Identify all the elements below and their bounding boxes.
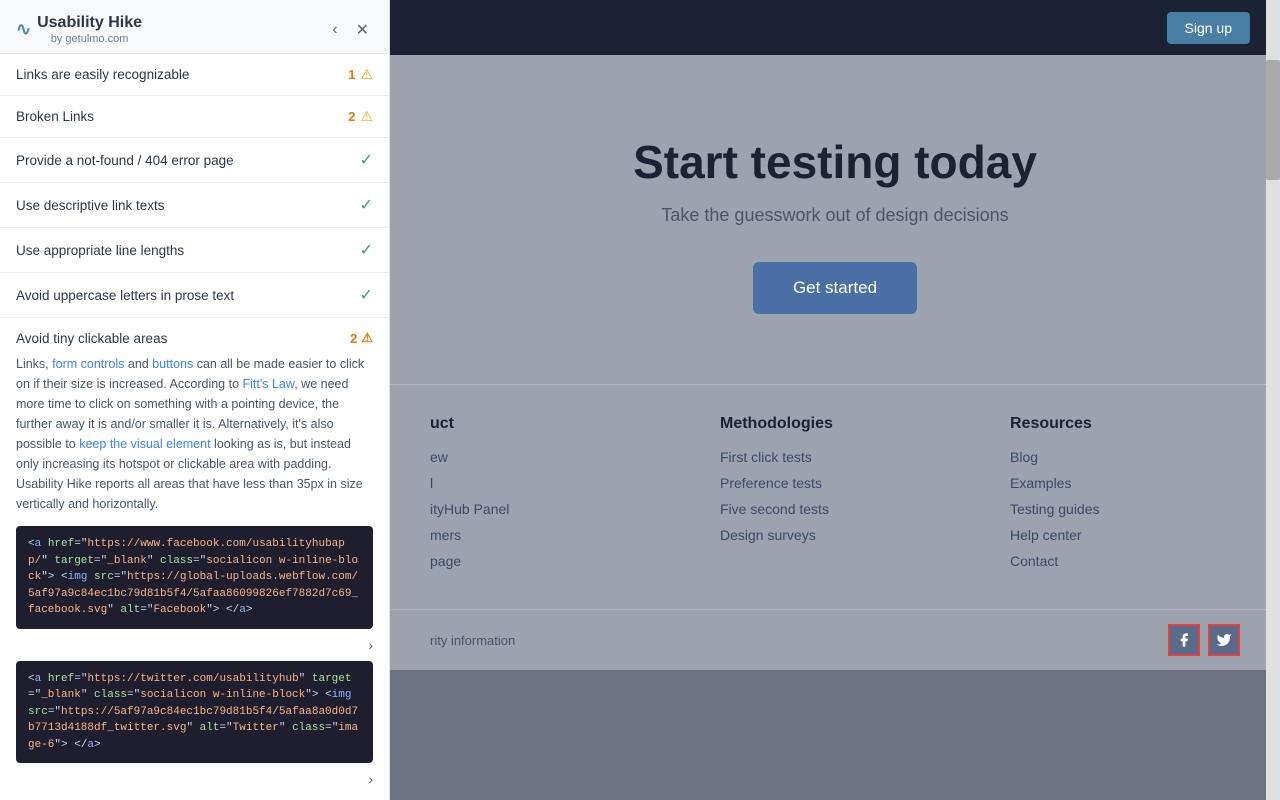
panel-header: ∿ Usability Hike by getulmo.com ‹ ✕ xyxy=(0,0,389,54)
check-item-links-recognizable[interactable]: Links are easily recognizable 1 ⚠ xyxy=(0,54,389,96)
check-item-broken-links[interactable]: Broken Links 2 ⚠ xyxy=(0,96,389,138)
expanded-badge: 2 ⚠ xyxy=(350,330,373,346)
signup-button[interactable]: Sign up xyxy=(1167,12,1250,44)
scrollbar-thumb xyxy=(1266,60,1280,180)
warn-count: 1 xyxy=(348,67,355,82)
expand-arrow-1[interactable]: › xyxy=(368,637,373,653)
back-button[interactable]: ‹ xyxy=(328,19,341,41)
footer-link-examples[interactable]: Examples xyxy=(1010,475,1240,491)
twitter-icon xyxy=(1216,632,1232,648)
expanded-count: 2 xyxy=(350,331,357,346)
expanded-description: Links, form controls and buttons can all… xyxy=(16,354,373,514)
logo-subtitle: by getulmo.com xyxy=(37,33,142,45)
expand-arrow-2[interactable]: › xyxy=(368,771,373,787)
website-panel: Sign up Start testing today Take the gue… xyxy=(390,0,1280,800)
check-item-uppercase[interactable]: Avoid uppercase letters in prose text ✓ xyxy=(0,273,389,318)
footer-link-preference[interactable]: Preference tests xyxy=(720,475,950,491)
check-item-404[interactable]: Provide a not-found / 404 error page ✓ xyxy=(0,138,389,183)
facebook-icon-box[interactable] xyxy=(1168,624,1200,656)
check-status: 1 ⚠ xyxy=(348,66,373,83)
check-status: ✓ xyxy=(360,240,373,260)
footer-link-panel[interactable]: ityHub Panel xyxy=(430,501,660,517)
check-label: Provide a not-found / 404 error page xyxy=(16,153,234,168)
footer-col-title: Resources xyxy=(1010,415,1240,433)
footer-col-title: uct xyxy=(430,415,660,433)
social-icons xyxy=(1168,624,1240,656)
warn-count: 2 xyxy=(348,109,355,124)
page-scrollbar[interactable] xyxy=(1266,0,1280,800)
warn-icon: ⚠ xyxy=(360,66,373,83)
ok-icon: ✓ xyxy=(360,240,373,260)
hero-title: Start testing today xyxy=(430,135,1240,189)
facebook-icon xyxy=(1176,632,1192,648)
footer-link-first-click[interactable]: First click tests xyxy=(720,449,950,465)
expanded-title: Avoid tiny clickable areas xyxy=(16,331,167,346)
logo-title: Usability Hike xyxy=(37,14,142,31)
keep-visual-link[interactable]: keep the visual element xyxy=(79,437,210,451)
footer-link-blog[interactable]: Blog xyxy=(1010,449,1240,465)
site-footer: uct ew l ityHub Panel mers page Methodol… xyxy=(390,384,1280,609)
form-controls-link[interactable]: form controls xyxy=(52,357,124,371)
check-status: 2 ⚠ xyxy=(348,108,373,125)
check-item-line-lengths[interactable]: Use appropriate line lengths ✓ xyxy=(0,228,389,273)
footer-link-testing-guides[interactable]: Testing guides xyxy=(1010,501,1240,517)
footer-col-resources: Resources Blog Examples Testing guides H… xyxy=(1010,415,1240,579)
header-controls: ‹ ✕ xyxy=(328,18,373,42)
check-label: Avoid uppercase letters in prose text xyxy=(16,288,234,303)
hero-cta-button[interactable]: Get started xyxy=(753,262,917,314)
check-item-descriptive-links[interactable]: Use descriptive link texts ✓ xyxy=(0,183,389,228)
footer-col-product: uct ew l ityHub Panel mers page xyxy=(430,415,660,579)
check-label: Use descriptive link texts xyxy=(16,198,165,213)
hero-subtitle: Take the guesswork out of design decisio… xyxy=(430,205,1240,226)
footer-link[interactable]: l xyxy=(430,475,660,491)
check-status: ✓ xyxy=(360,285,373,305)
check-status: ✓ xyxy=(360,195,373,215)
ok-icon: ✓ xyxy=(360,285,373,305)
footer-col-title: Methodologies xyxy=(720,415,950,433)
ok-icon: ✓ xyxy=(360,195,373,215)
usability-panel: ∿ Usability Hike by getulmo.com ‹ ✕ Link… xyxy=(0,0,390,800)
footer-link[interactable]: page xyxy=(430,553,660,569)
close-button[interactable]: ✕ xyxy=(352,18,373,42)
bottom-text: rity information xyxy=(430,633,515,648)
footer-link[interactable]: ew xyxy=(430,449,660,465)
fitts-law-link[interactable]: Fitt's Law xyxy=(243,377,295,391)
check-status: ✓ xyxy=(360,150,373,170)
check-label: Broken Links xyxy=(16,109,94,124)
panel-logo: ∿ Usability Hike by getulmo.com xyxy=(16,14,142,45)
footer-col-methodologies: Methodologies First click tests Preferen… xyxy=(720,415,950,579)
check-label: Use appropriate line lengths xyxy=(16,243,184,258)
code-block-facebook[interactable]: <a href="https://www.facebook.com/usabil… xyxy=(16,526,373,629)
site-bottom: rity information xyxy=(390,609,1280,670)
buttons-link[interactable]: buttons xyxy=(152,357,193,371)
logo-icon: ∿ xyxy=(16,19,31,40)
code-block-twitter[interactable]: <a href="https://twitter.com/usabilityhu… xyxy=(16,661,373,764)
footer-link-design-surveys[interactable]: Design surveys xyxy=(720,527,950,543)
check-label: Links are easily recognizable xyxy=(16,67,189,82)
panel-scroll[interactable]: Links are easily recognizable 1 ⚠ Broken… xyxy=(0,54,389,800)
twitter-icon-box[interactable] xyxy=(1208,624,1240,656)
expanded-header: Avoid tiny clickable areas 2 ⚠ xyxy=(16,330,373,346)
site-topbar: Sign up xyxy=(390,0,1280,55)
footer-link-contact[interactable]: Contact xyxy=(1010,553,1240,569)
footer-link-help-center[interactable]: Help center xyxy=(1010,527,1240,543)
ok-icon: ✓ xyxy=(360,150,373,170)
footer-link[interactable]: mers xyxy=(430,527,660,543)
warn-icon: ⚠ xyxy=(360,108,373,125)
expanded-section-tiny-clickable: Avoid tiny clickable areas 2 ⚠ Links, fo… xyxy=(0,318,389,800)
expanded-warn-icon: ⚠ xyxy=(361,330,373,346)
footer-link-five-second[interactable]: Five second tests xyxy=(720,501,950,517)
site-hero: Start testing today Take the guesswork o… xyxy=(390,55,1280,384)
